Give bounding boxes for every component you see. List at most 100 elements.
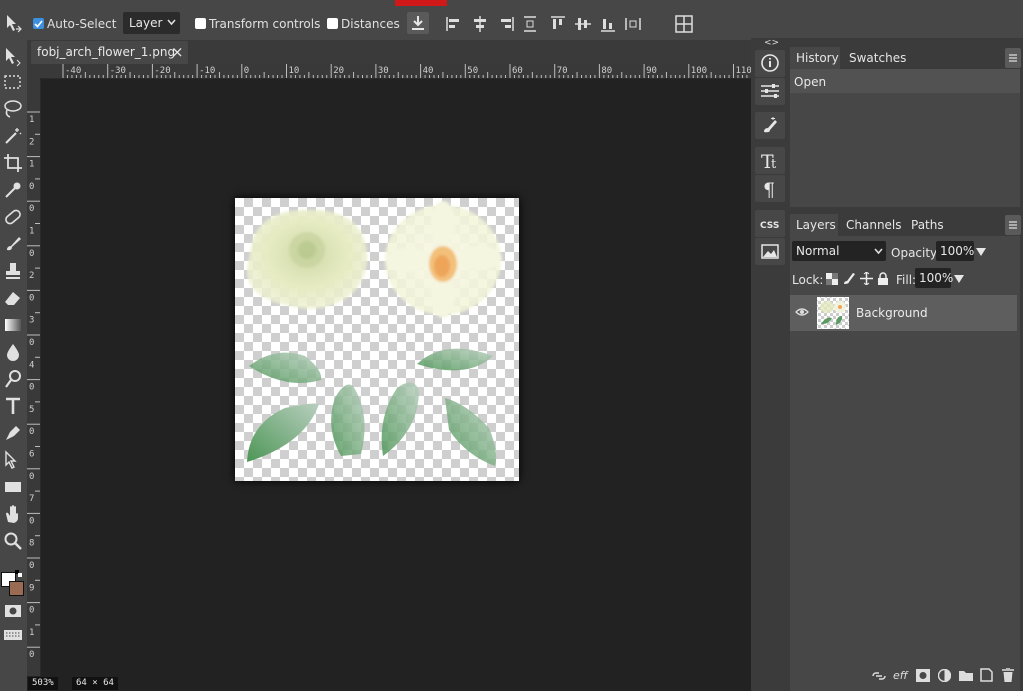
- red-indicator: [395, 0, 447, 6]
- hand-tool-icon[interactable]: [2, 503, 24, 525]
- lock-all-icon[interactable]: [877, 272, 889, 285]
- eraser-icon[interactable]: [2, 287, 24, 309]
- chevron-down-icon: [167, 19, 176, 26]
- folder-icon[interactable]: [959, 669, 973, 681]
- opacity-dropdown-icon[interactable]: [976, 248, 986, 256]
- fill-input[interactable]: 100%: [915, 268, 953, 288]
- dodge-icon[interactable]: [2, 368, 24, 390]
- opacity-input[interactable]: 100%: [936, 241, 974, 261]
- align-right-icon[interactable]: [496, 14, 516, 34]
- layer-name: Background: [856, 306, 928, 320]
- eye-icon[interactable]: [795, 307, 809, 317]
- move-tool-icon[interactable]: [2, 46, 24, 68]
- grid-icon[interactable]: [674, 14, 694, 34]
- distribute-horizontal-icon[interactable]: [623, 14, 643, 34]
- document-tab[interactable]: fobj_arch_flower_1.png ×: [31, 41, 188, 64]
- blur-drop-icon[interactable]: [2, 341, 24, 363]
- info-button[interactable]: [755, 50, 785, 77]
- eyedropper-icon[interactable]: [2, 179, 24, 201]
- ruler-label: 4: [29, 360, 34, 370]
- mask-icon[interactable]: [916, 669, 930, 682]
- ruler-label: 0: [244, 66, 249, 76]
- trash-icon[interactable]: [1002, 668, 1014, 682]
- align-vcenter-icon[interactable]: [573, 14, 593, 34]
- download-button[interactable]: [407, 12, 429, 34]
- fill-label: Fill:: [896, 273, 917, 287]
- ruler-label: 0: [29, 427, 34, 437]
- document-tab-close[interactable]: ×: [171, 43, 184, 61]
- effects-button[interactable]: eff: [893, 669, 908, 682]
- transform-controls-checkbox[interactable]: [195, 18, 206, 29]
- chevron-down-icon: [874, 248, 883, 255]
- ruler-label: 8: [29, 539, 34, 549]
- brush-tool-icon[interactable]: [2, 233, 24, 255]
- link-icon[interactable]: [872, 670, 886, 682]
- image-button[interactable]: [755, 238, 785, 265]
- distances-checkbox[interactable]: [327, 18, 338, 29]
- tab-history[interactable]: History: [790, 47, 840, 69]
- horizontal-ruler: -40 -30 -20 -10 0 10 20 30 40 50 60 70 80 90 100 110: [40, 64, 751, 79]
- history-menu-button[interactable]: [1005, 48, 1021, 68]
- layers-footer: eff: [790, 661, 1020, 691]
- blend-mode-select[interactable]: Normal: [792, 241, 886, 261]
- ruler-corner: [27, 64, 40, 78]
- layer-row[interactable]: Background: [790, 295, 1017, 331]
- zoom-level[interactable]: 503%: [28, 677, 58, 690]
- svg-text:t: t: [771, 157, 777, 172]
- ruler-label: 10: [289, 66, 300, 76]
- fill-dropdown-icon[interactable]: [954, 275, 964, 283]
- adjustment-layer-icon[interactable]: [938, 669, 951, 682]
- ruler-label: 0: [29, 204, 34, 214]
- tab-channels[interactable]: Channels: [842, 214, 902, 236]
- align-hcenter-icon[interactable]: [470, 14, 490, 34]
- tab-layers[interactable]: Layers: [790, 214, 838, 236]
- new-layer-icon[interactable]: [980, 668, 993, 682]
- lasso-tool-icon[interactable]: [2, 98, 24, 120]
- daisy-flower: [385, 201, 502, 318]
- pen-tool-icon[interactable]: [2, 422, 24, 444]
- brush-settings-button[interactable]: [755, 112, 785, 139]
- opacity-value: 100%: [940, 244, 975, 258]
- type-tool-icon[interactable]: [2, 395, 24, 417]
- marquee-tool-icon[interactable]: [2, 71, 24, 93]
- crop-tool-icon[interactable]: [2, 152, 24, 174]
- auto-select-checkbox[interactable]: [33, 18, 44, 29]
- gradient-icon[interactable]: [2, 314, 24, 336]
- align-bottom-icon[interactable]: [598, 14, 618, 34]
- align-left-icon[interactable]: [444, 14, 464, 34]
- history-item[interactable]: Open: [790, 69, 1020, 93]
- path-select-icon[interactable]: [2, 449, 24, 471]
- rectangle-tool-icon[interactable]: [2, 476, 24, 498]
- healing-brush-icon[interactable]: [2, 206, 24, 228]
- layers-menu-button[interactable]: [1005, 215, 1021, 235]
- ruler-label: 70: [557, 66, 568, 76]
- ruler-label: 1: [29, 115, 34, 125]
- align-top-icon[interactable]: [548, 14, 568, 34]
- status-bar: [27, 676, 751, 691]
- move-tool-icon[interactable]: [4, 13, 24, 33]
- transform-controls-label: Transform controls: [209, 17, 321, 31]
- tab-paths[interactable]: Paths: [906, 214, 946, 236]
- magic-wand-icon[interactable]: [2, 125, 24, 147]
- tab-swatches[interactable]: Swatches: [844, 47, 906, 69]
- distribute-vertical-icon[interactable]: [520, 14, 540, 34]
- clone-stamp-icon[interactable]: [2, 260, 24, 282]
- lock-pixels-icon[interactable]: [843, 272, 855, 285]
- ruler-label: 5: [29, 405, 34, 415]
- paragraph-button[interactable]: ¶: [755, 175, 785, 202]
- lock-position-icon[interactable]: [860, 272, 873, 285]
- document-canvas[interactable]: [235, 198, 519, 481]
- adjustments-button[interactable]: [755, 78, 785, 105]
- zoom-tool-icon[interactable]: [2, 530, 24, 552]
- target-select-value: Layer: [129, 16, 163, 30]
- target-select[interactable]: Layer: [123, 12, 180, 34]
- quick-mask-icon[interactable]: [2, 603, 24, 625]
- background-color-swatch[interactable]: [9, 581, 24, 596]
- css-button[interactable]: CSS: [755, 210, 785, 237]
- info-icon: [761, 54, 779, 72]
- lock-transparency-icon[interactable]: [826, 273, 838, 285]
- character-button[interactable]: Tt: [755, 147, 785, 174]
- keyboard-icon[interactable]: [2, 628, 24, 650]
- collapse-toggle[interactable]: <>: [764, 38, 779, 48]
- swap-colors-icon[interactable]: [15, 570, 23, 578]
